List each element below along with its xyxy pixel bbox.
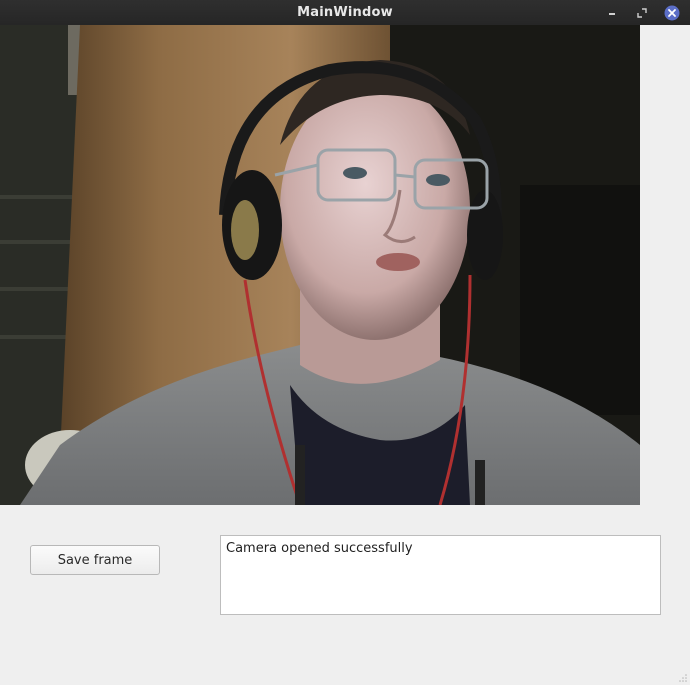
minimize-icon[interactable] (604, 5, 620, 21)
maximize-icon[interactable] (634, 5, 650, 21)
window-title: MainWindow (297, 5, 393, 20)
close-icon[interactable] (664, 5, 680, 21)
status-log[interactable]: Camera opened successfully (220, 535, 661, 615)
resize-grip-icon[interactable] (678, 673, 688, 683)
window-controls (604, 0, 680, 25)
title-bar: MainWindow (0, 0, 690, 25)
window-body: Save frame Camera opened successfully (0, 25, 690, 685)
camera-view (0, 25, 640, 505)
status-log-text: Camera opened successfully (226, 541, 413, 556)
save-frame-button[interactable]: Save frame (30, 545, 160, 575)
webcam-frame (0, 25, 640, 505)
